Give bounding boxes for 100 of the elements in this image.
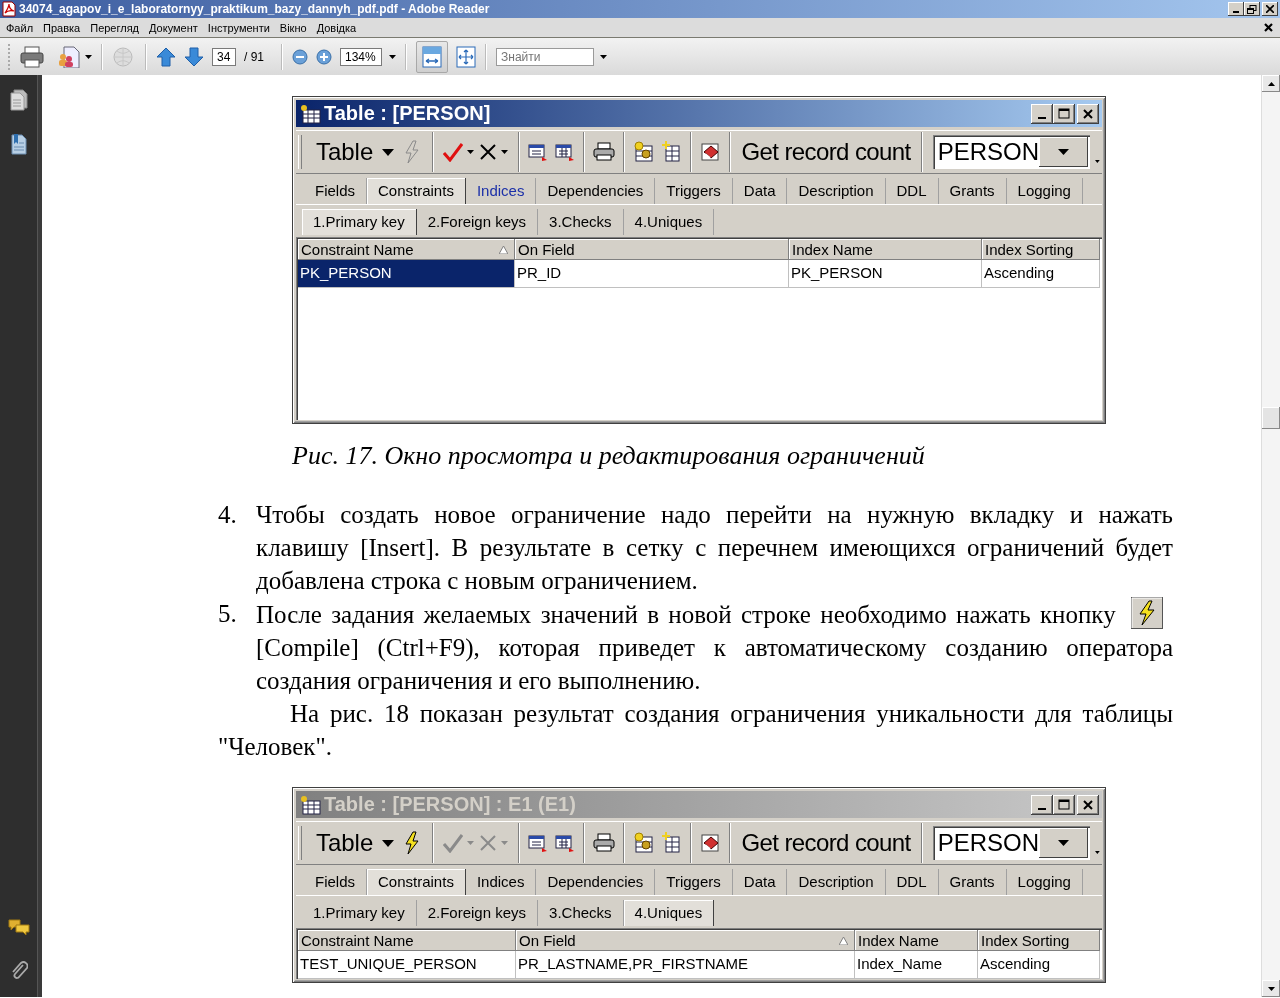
column-header[interactable]: On Field: [516, 930, 855, 951]
comments-icon[interactable]: [8, 919, 30, 937]
caret-icon[interactable]: [1095, 850, 1101, 854]
menu-item[interactable]: Документ: [144, 21, 203, 34]
lightning-icon[interactable]: [404, 831, 421, 855]
column-header[interactable]: Index Name: [855, 930, 978, 951]
table-cell[interactable]: PK_PERSON: [789, 260, 982, 288]
document-people-icon[interactable]: [56, 45, 80, 68]
tab[interactable]: DDL: [885, 178, 939, 204]
table-cell[interactable]: PR_LASTNAME,PR_FIRSTNAME: [516, 951, 855, 979]
table-cell[interactable]: TEST_UNIQUE_PERSON: [298, 951, 516, 979]
tab[interactable]: Indices: [465, 178, 537, 204]
caret-icon[interactable]: [501, 150, 509, 154]
menu-item[interactable]: Файл: [1, 21, 39, 34]
tab[interactable]: Logging: [1006, 178, 1083, 204]
table-select[interactable]: PERSON: [932, 826, 1090, 860]
menu-item[interactable]: Правка: [38, 21, 86, 34]
minimize-button[interactable]: [1031, 103, 1053, 124]
zoom-in-icon[interactable]: [316, 48, 332, 65]
table-select[interactable]: PERSON: [932, 135, 1090, 169]
table-cell[interactable]: Ascending: [978, 951, 1100, 979]
caret-icon[interactable]: [389, 54, 396, 59]
arrow-down-icon[interactable]: [184, 46, 204, 67]
record-count-button[interactable]: Get record count: [735, 133, 917, 171]
tab[interactable]: DDL: [885, 869, 939, 895]
close-icon[interactable]: [1264, 23, 1273, 32]
record-count-button[interactable]: Get record count: [735, 824, 917, 862]
fit-width-button[interactable]: [416, 40, 448, 73]
column-header[interactable]: Constraint Name: [298, 239, 515, 260]
printer-icon[interactable]: [593, 142, 615, 162]
grid-arrow-icon[interactable]: [555, 142, 576, 162]
tab[interactable]: 1.Primary key: [302, 900, 417, 926]
printer-icon[interactable]: [20, 45, 44, 68]
tab[interactable]: Dependencies: [536, 178, 656, 204]
caret-icon[interactable]: [600, 54, 607, 59]
tab[interactable]: 4.Uniques: [623, 900, 715, 926]
close-button[interactable]: [1077, 103, 1099, 124]
tab[interactable]: Data: [732, 869, 788, 895]
grid-arrow-icon[interactable]: [527, 142, 548, 162]
menu-item[interactable]: Вікно: [274, 21, 312, 34]
tab[interactable]: Dependencies: [536, 869, 656, 895]
sparkle-grid-icon[interactable]: [662, 141, 683, 163]
tab[interactable]: 3.Checks: [538, 900, 624, 926]
maximize-button[interactable]: [1053, 103, 1075, 124]
caret-icon[interactable]: [467, 150, 475, 154]
menu-item[interactable]: Довідка: [311, 21, 362, 34]
table-menu-button[interactable]: Table: [309, 824, 401, 862]
paperclip-icon[interactable]: [10, 959, 28, 981]
tab[interactable]: Data: [732, 178, 788, 204]
arrow-up-icon[interactable]: [156, 46, 176, 67]
page-number-field[interactable]: 34: [212, 47, 236, 66]
zoom-field[interactable]: 134%: [340, 47, 382, 66]
grid-arrow-icon[interactable]: [555, 833, 576, 853]
search-field[interactable]: Знайти: [496, 47, 594, 66]
tab[interactable]: Grants: [938, 178, 1007, 204]
column-header[interactable]: Index Sorting: [982, 239, 1100, 260]
zoom-out-icon[interactable]: [292, 48, 308, 65]
tab[interactable]: 4.Uniques: [623, 209, 715, 235]
maximize-button[interactable]: [1053, 794, 1075, 815]
column-header[interactable]: Index Name: [789, 239, 982, 260]
table-cell[interactable]: PR_ID: [515, 260, 789, 288]
close-button[interactable]: [1262, 2, 1278, 16]
bookmark-page-icon[interactable]: [10, 133, 28, 155]
scroll-up-button[interactable]: [1262, 75, 1280, 92]
minimize-button[interactable]: [1228, 2, 1244, 16]
sparkle-grid-icon[interactable]: [662, 832, 683, 854]
column-header[interactable]: On Field: [515, 239, 789, 260]
pages-icon[interactable]: [10, 89, 28, 111]
tab[interactable]: Grants: [938, 869, 1007, 895]
printer-icon[interactable]: [593, 833, 615, 853]
tab[interactable]: Logging: [1006, 869, 1083, 895]
caret-icon[interactable]: [85, 54, 92, 59]
table-cell[interactable]: Index_Name: [855, 951, 978, 979]
tab[interactable]: 1.Primary key: [302, 209, 417, 235]
fit-page-icon[interactable]: [456, 45, 476, 68]
table-cell[interactable]: Ascending: [982, 260, 1100, 288]
grid-arrow-icon[interactable]: [527, 833, 548, 853]
menu-item[interactable]: Інструменти: [202, 21, 275, 34]
tab[interactable]: 2.Foreign keys: [416, 209, 539, 235]
minimize-button[interactable]: [1031, 794, 1053, 815]
cross-icon[interactable]: [479, 144, 496, 160]
tab[interactable]: Constraints: [367, 869, 466, 895]
scroll-down-button[interactable]: [1262, 980, 1280, 997]
tab[interactable]: Description: [787, 178, 886, 204]
close-button[interactable]: [1077, 794, 1099, 815]
scroll-thumb[interactable]: [1262, 407, 1280, 429]
tab[interactable]: Indices: [465, 869, 537, 895]
menu-item[interactable]: Перегляд: [85, 21, 145, 34]
tab[interactable]: Triggers: [655, 178, 733, 204]
restore-button[interactable]: [1244, 2, 1260, 16]
tab[interactable]: 3.Checks: [538, 209, 624, 235]
tab[interactable]: Description: [787, 869, 886, 895]
tab[interactable]: 2.Foreign keys: [416, 900, 539, 926]
check-icon[interactable]: [443, 833, 464, 853]
check-icon[interactable]: [443, 142, 464, 162]
column-header[interactable]: Index Sorting: [978, 930, 1100, 951]
caret-icon[interactable]: [1095, 159, 1101, 163]
table-menu-button[interactable]: Table: [309, 133, 401, 171]
column-header[interactable]: Constraint Name: [298, 930, 516, 951]
table-cell[interactable]: PK_PERSON: [298, 260, 515, 288]
